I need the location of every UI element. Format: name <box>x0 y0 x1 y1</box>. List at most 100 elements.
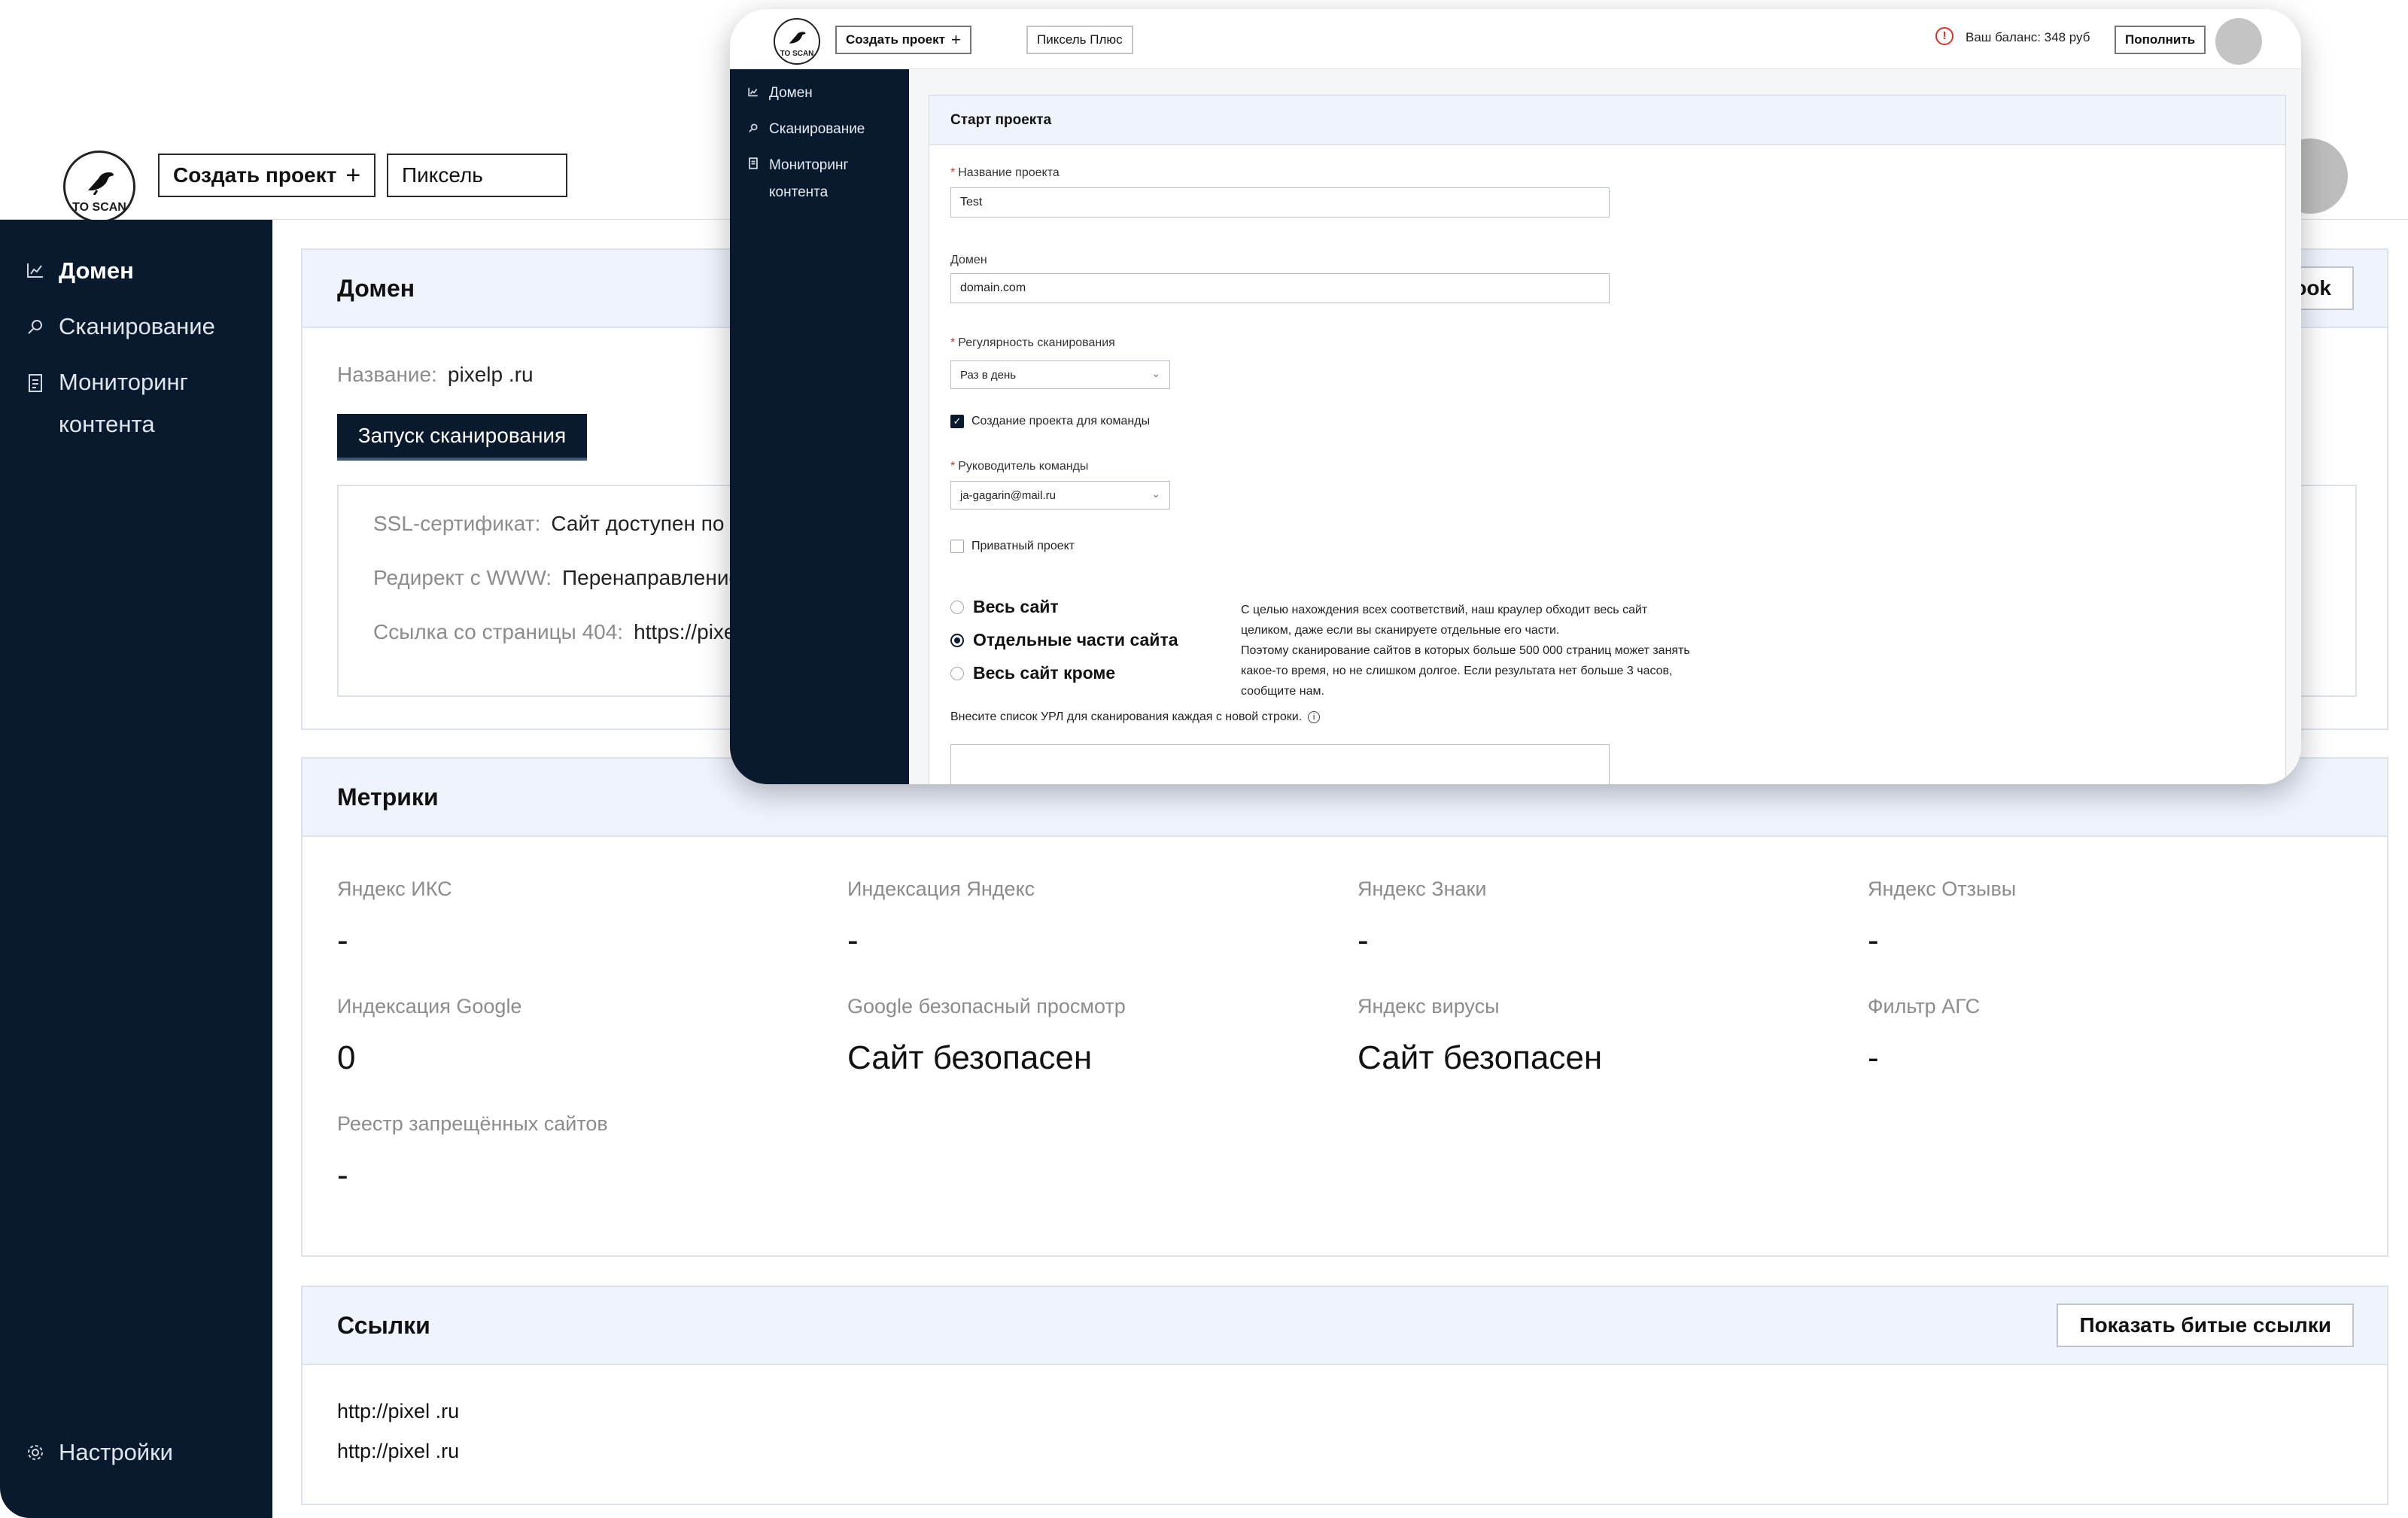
metric-yandex-iks: Яндекс ИКС - <box>337 878 452 960</box>
start-project-form: Старт проекта * Название проекта Test Дом… <box>929 95 2286 784</box>
note-line: Поэтому сканирование сайтов в которых бо… <box>1241 644 1690 657</box>
metric-yandex-indexing: Индексация Яндекс - <box>847 878 1035 960</box>
project-name-label: * Название проекта <box>950 166 1060 180</box>
back-sidebar: Домен Сканирование Мониторинг контента Н… <box>0 220 272 1518</box>
field-label: Редирект с WWW: <box>373 566 552 589</box>
search-icon <box>748 116 760 143</box>
foreground-app-window: TO SCAN Создать проект + Пиксель Плюс ! … <box>730 9 2301 784</box>
sidebar-item-content-monitoring[interactable]: Мониторинг контента <box>26 361 251 446</box>
links-list: http://pixel .ru http://pixel .ru <box>337 1400 459 1480</box>
project-switch-button[interactable]: Пиксель <box>387 154 567 197</box>
warning-icon[interactable]: ! <box>1935 27 1953 45</box>
metric-yandex-reviews: Яндекс Отзывы - <box>1868 878 2016 960</box>
crawler-note: С целью нахождения всех соответствий, на… <box>1241 600 1768 701</box>
topup-button[interactable]: Пополнить <box>2115 26 2206 54</box>
required-mark: * <box>950 166 956 179</box>
metric-label: Фильтр АГС <box>1868 995 1981 1018</box>
panel-title: Ссылки <box>337 1311 430 1339</box>
chart-icon <box>26 262 45 281</box>
show-broken-links-button[interactable]: Показать битые ссылки <box>2057 1304 2354 1347</box>
links-panel-header: Ссылки Показать битые ссылки <box>303 1287 2387 1365</box>
logo[interactable]: TO SCAN <box>63 151 135 223</box>
avatar[interactable] <box>2215 18 2262 65</box>
sidebar-item-label: Мониторинг контента <box>769 157 849 200</box>
label-text: Регулярность сканирования <box>958 336 1115 349</box>
chart-icon <box>748 80 760 107</box>
info-icon[interactable]: i <box>1308 711 1321 723</box>
metrics-panel: Метрики Яндекс ИКС - Индексация Яндекс -… <box>301 757 2388 1257</box>
metric-label: Яндекс ИКС <box>337 878 452 900</box>
sidebar-item-scanning[interactable]: Сканирование <box>748 116 865 143</box>
metric-yandex-viruses: Яндекс вирусы Сайт безопасен <box>1358 995 1602 1077</box>
private-project-checkbox[interactable]: Приватный проект <box>950 540 1075 553</box>
domain-input[interactable]: domain.com <box>950 273 1610 303</box>
metric-value: Сайт безопасен <box>847 1039 1093 1076</box>
sidebar-item-scanning[interactable]: Сканирование <box>26 306 215 348</box>
front-main: Старт проекта * Название проекта Test Дом… <box>909 69 2301 784</box>
sidebar-item-label: Домен <box>769 85 813 101</box>
front-header: TO SCAN Создать проект + Пиксель Плюс ! … <box>730 9 2301 69</box>
sidebar-item-label: Домен <box>59 257 134 284</box>
start-scan-button[interactable]: Запуск сканирования <box>337 414 587 461</box>
checkbox-label: Приватный проект <box>971 540 1075 552</box>
note-line: С целью нахождения всех соответствий, на… <box>1241 604 1648 616</box>
label-text: Название проекта <box>958 166 1060 179</box>
metric-google-indexing: Индексация Google 0 <box>337 995 521 1077</box>
team-leader-label: * Руководитель команды <box>950 460 1088 473</box>
required-mark: * <box>950 460 956 473</box>
project-name-input[interactable]: Test <box>950 187 1610 218</box>
select-value: Раз в день <box>960 368 1017 382</box>
project-switch-label: Пиксель <box>402 163 483 187</box>
front-sidebar: Домен Сканирование Мониторинг контента <box>730 69 909 784</box>
frequency-label: * Регулярность сканирования <box>950 336 1115 350</box>
document-icon <box>748 152 760 206</box>
metric-value: - <box>337 1157 348 1194</box>
scope-radio-whole-site[interactable]: Весь сайт <box>950 597 1059 617</box>
project-switch-button[interactable]: Пиксель Плюс <box>1026 26 1133 54</box>
team-leader-select[interactable]: ja-gagarin@mail.ru ⌄ <box>950 481 1170 510</box>
team-project-checkbox[interactable]: ✓ Создание проекта для команды <box>950 415 1150 428</box>
input-value: domain.com <box>960 281 1026 294</box>
metric-label: Индексация Яндекс <box>847 878 1035 900</box>
panel-title: Домен <box>337 274 415 302</box>
sidebar-item-domain[interactable]: Домен <box>748 80 813 107</box>
field-value: Сайт доступен по H <box>551 512 746 535</box>
create-project-button[interactable]: Создать проект + <box>158 154 376 197</box>
metric-label: Яндекс вирусы <box>1358 995 1500 1018</box>
scope-radio-site-parts[interactable]: Отдельные части сайта <box>950 630 1178 650</box>
chevron-down-icon: ⌄ <box>1151 367 1160 379</box>
logo[interactable]: TO SCAN <box>774 18 820 65</box>
metric-value: - <box>337 922 348 959</box>
link-item[interactable]: http://pixel .ru <box>337 1440 459 1463</box>
scope-radio-site-except[interactable]: Весь сайт кроме <box>950 663 1115 683</box>
field-label: SSL-сертификат: <box>373 512 541 535</box>
field-label: Ссылка со страницы 404: <box>373 620 624 643</box>
sidebar-item-settings[interactable]: Настройки <box>26 1431 173 1474</box>
sidebar-item-content-monitoring[interactable]: Мониторинг контента <box>748 152 891 206</box>
search-icon <box>26 318 45 337</box>
field-value: Перенаправление <box>562 566 741 589</box>
form-title: Старт проекта <box>929 96 2285 145</box>
sidebar-item-domain[interactable]: Домен <box>26 250 134 292</box>
chevron-down-icon: ⌄ <box>1151 488 1160 500</box>
field-value: pixelp .ru <box>447 363 534 386</box>
input-value: Test <box>960 196 983 208</box>
page404-row: Ссылка со страницы 404: https://pixe <box>373 620 735 644</box>
balance-text: Ваш баланс: 348 руб <box>1966 30 2090 44</box>
label-text: Руководитель команды <box>958 460 1089 473</box>
note-line: какое-то время, но не слишком долгое. Ес… <box>1241 665 1673 677</box>
metric-value: - <box>1358 922 1369 959</box>
metric-label: Реестр запрещённых сайтов <box>337 1112 608 1135</box>
radio-selected-icon <box>950 633 964 647</box>
radio-label: Весь сайт <box>973 597 1059 616</box>
url-list-textarea[interactable] <box>950 744 1610 784</box>
metric-banned-registry: Реестр запрещённых сайтов - <box>337 1112 608 1194</box>
metric-yandex-signs: Яндекс Знаки - <box>1358 878 1486 960</box>
link-item[interactable]: http://pixel .ru <box>337 1400 459 1423</box>
create-project-button[interactable]: Создать проект + <box>835 26 971 54</box>
project-name-row: Название: pixelp .ru <box>337 363 534 387</box>
sidebar-item-label: Настройки <box>59 1439 174 1465</box>
frequency-select[interactable]: Раз в день ⌄ <box>950 360 1170 389</box>
sidebar-item-label: Сканирование <box>59 313 215 339</box>
select-value: ja-gagarin@mail.ru <box>960 488 1056 502</box>
